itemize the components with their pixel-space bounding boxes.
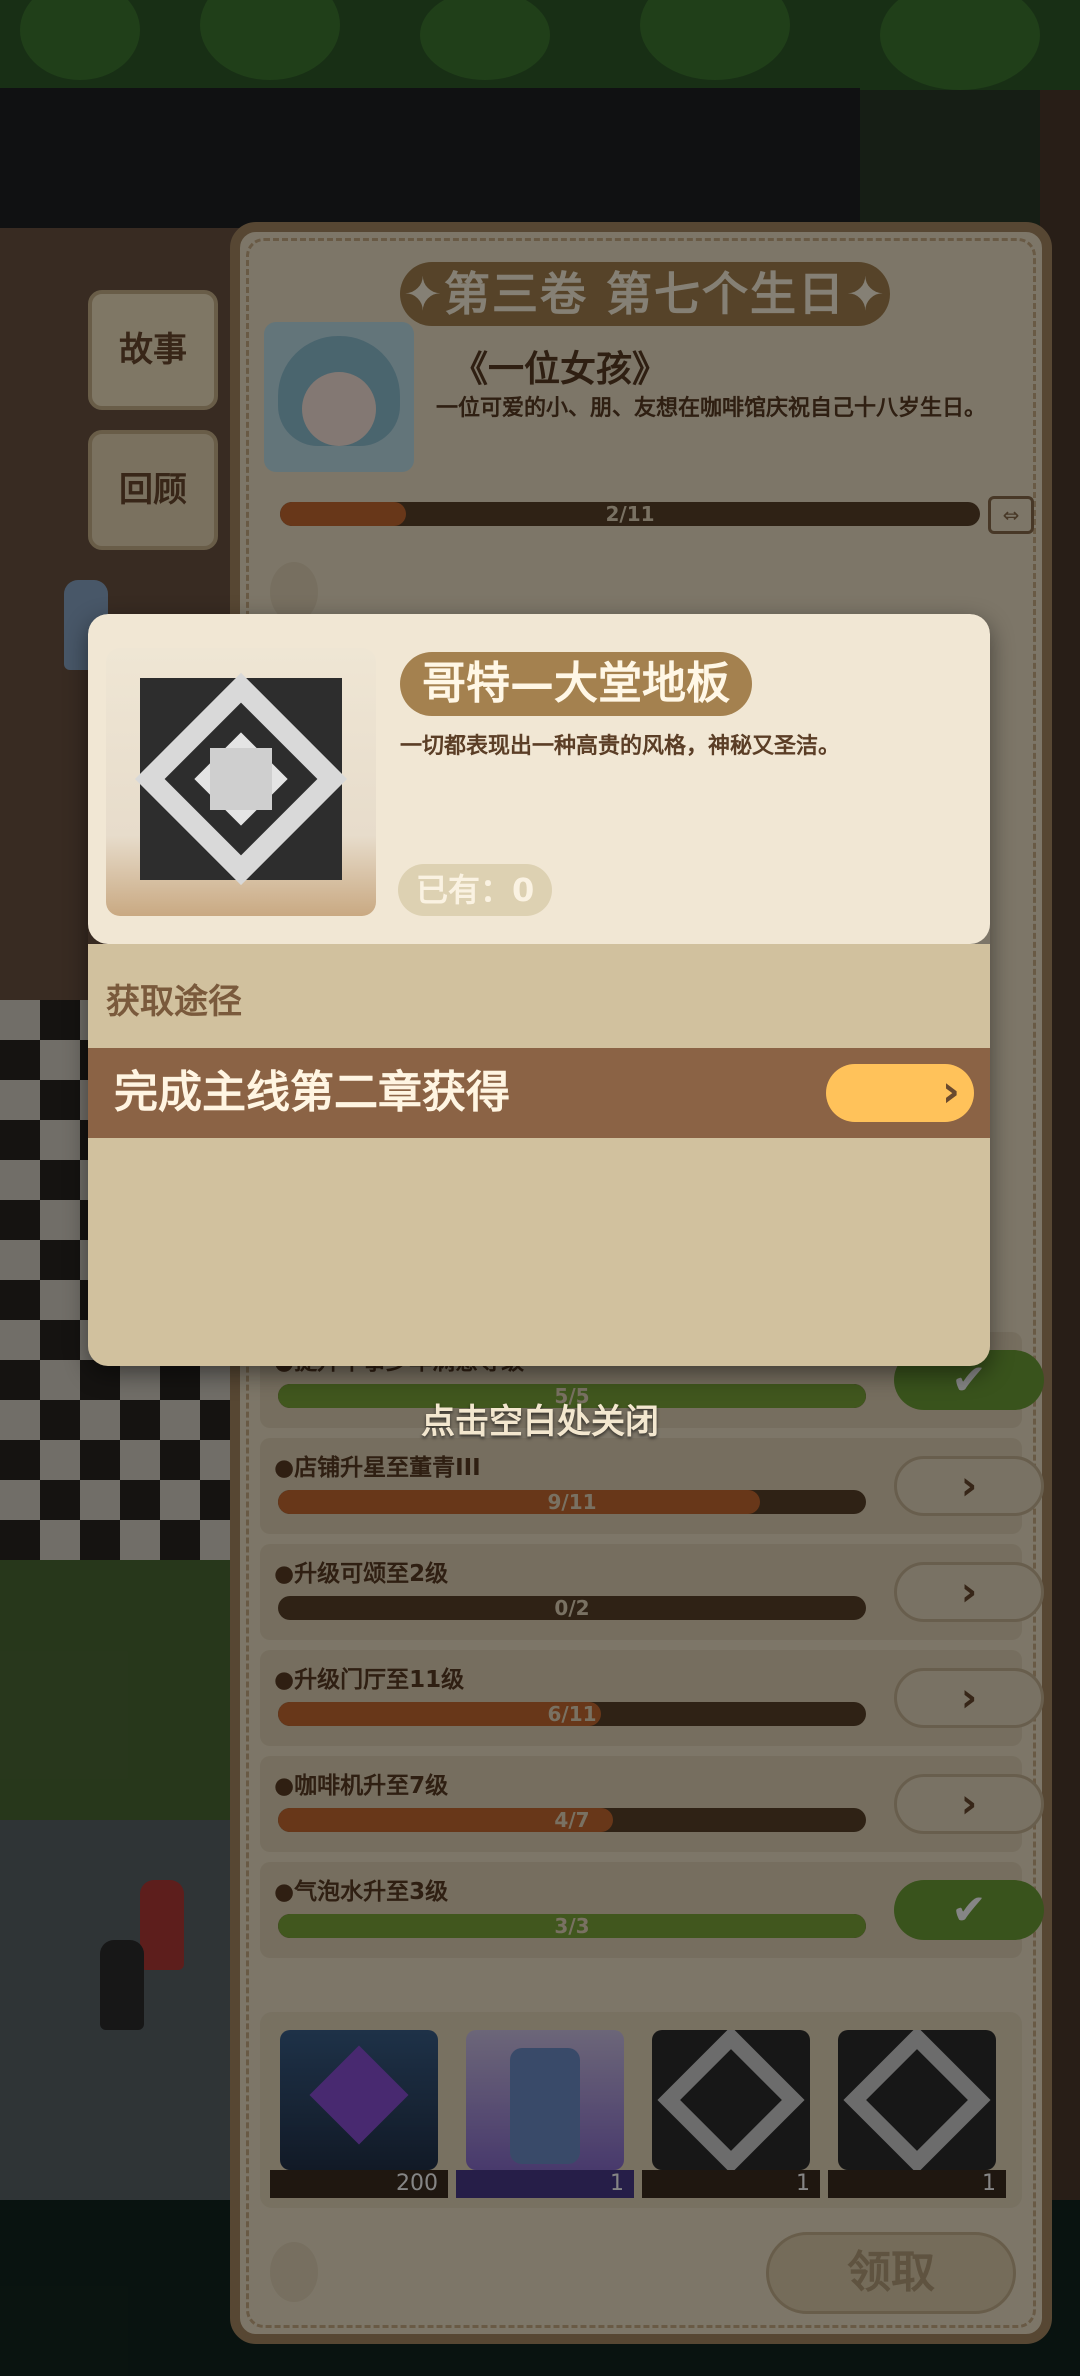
item-description: 一切都表现出一种高贵的风格，神秘又圣洁。	[400, 734, 841, 759]
acquire-label: 获取途径	[106, 982, 242, 1022]
item-name: 哥特—大堂地板	[400, 652, 752, 716]
chevron-right-icon: ›	[941, 1066, 960, 1117]
close-hint[interactable]: 点击空白处关闭	[0, 1394, 1080, 1443]
acquire-method-row[interactable]: 完成主线第二章获得 ›	[88, 1048, 990, 1138]
go-button[interactable]: ›	[826, 1064, 974, 1122]
gothic-floor-tile-icon	[134, 672, 348, 886]
acquire-method-text: 完成主线第二章获得	[114, 1067, 510, 1118]
item-detail-popup: 哥特—大堂地板 一切都表现出一种高贵的风格，神秘又圣洁。 已有：0 获取途径 完…	[88, 614, 990, 1366]
item-preview	[106, 648, 376, 916]
owned-count: 已有：0	[398, 864, 553, 916]
item-header: 哥特—大堂地板 一切都表现出一种高贵的风格，神秘又圣洁。 已有：0	[88, 614, 990, 944]
acquire-section: 获取途径 完成主线第二章获得 ›	[88, 944, 990, 1366]
